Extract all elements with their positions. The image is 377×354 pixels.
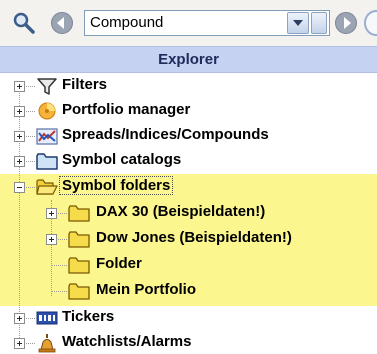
expand-icon[interactable]: [14, 156, 25, 167]
folder-icon: [68, 229, 90, 249]
tree-item-folder[interactable]: Folder: [0, 252, 377, 278]
symbol-search-combobox[interactable]: Compound: [84, 10, 330, 36]
tree-item-mein-portfolio[interactable]: Mein Portfolio: [0, 278, 377, 304]
tree-item-watchlists-alarms[interactable]: Watchlists/Alarms: [0, 330, 377, 354]
folder-open-icon: [36, 177, 58, 197]
tree-item-symbol-folders[interactable]: Symbol folders: [0, 174, 377, 200]
folder-icon: [68, 281, 90, 301]
portfolio-icon: [36, 101, 58, 121]
tree-item-label: Filters: [62, 76, 108, 93]
folder-icon: [68, 203, 90, 223]
tree-item-dow-jones[interactable]: Dow Jones (Beispieldaten!): [0, 226, 377, 252]
tree-item-label: Watchlists/Alarms: [62, 333, 192, 350]
tree-item-spreads-indices-compounds[interactable]: Spreads/Indices/Compounds: [0, 123, 377, 149]
tree-item-label: Symbol folders: [59, 176, 174, 195]
tree-item-label: Symbol catalogs: [62, 151, 182, 168]
expand-icon[interactable]: [46, 208, 57, 219]
expand-icon[interactable]: [14, 131, 25, 142]
expand-icon[interactable]: [46, 234, 57, 245]
filter-icon: [36, 76, 58, 96]
explorer-header: Explorer: [0, 46, 377, 73]
explorer-title: Explorer: [158, 51, 219, 68]
search-icon[interactable]: [12, 11, 36, 35]
more-icon[interactable]: [364, 10, 377, 36]
tree-item-label: Spreads/Indices/Compounds: [62, 126, 269, 143]
tree-item-label: DAX 30 (Beispieldaten!): [96, 203, 266, 220]
dropdown-icon[interactable]: [287, 12, 309, 34]
tree-item-label: Folder: [96, 255, 142, 272]
tree-item-symbol-catalogs[interactable]: Symbol catalogs: [0, 148, 377, 174]
go-icon[interactable]: [334, 11, 358, 35]
tree-item-filters[interactable]: Filters: [0, 73, 377, 99]
expand-icon[interactable]: [14, 106, 25, 117]
explorer-tree: Filters Portfolio manager Spreads/Indice…: [0, 73, 377, 354]
expand-icon[interactable]: [14, 313, 25, 324]
alarm-bell-icon: [36, 333, 58, 353]
expand-icon[interactable]: [14, 81, 25, 92]
tree-item-dax-30[interactable]: DAX 30 (Beispieldaten!): [0, 200, 377, 226]
tree-item-label: Portfolio manager: [62, 101, 191, 118]
tree-item-label: Mein Portfolio: [96, 281, 196, 298]
collapse-icon[interactable]: [14, 182, 25, 193]
chart-icon: [36, 126, 58, 146]
expand-icon[interactable]: [14, 338, 25, 349]
ticker-icon: [36, 308, 58, 328]
combo-side-button[interactable]: [311, 12, 327, 34]
tree-item-label: Tickers: [62, 308, 115, 325]
back-icon[interactable]: [50, 11, 74, 35]
folder-icon: [68, 255, 90, 275]
symbol-search-input[interactable]: Compound: [90, 14, 163, 31]
tree-item-portfolio-manager[interactable]: Portfolio manager: [0, 98, 377, 124]
tree-item-tickers[interactable]: Tickers: [0, 305, 377, 331]
folder-icon: [36, 151, 58, 171]
toolbar: Compound: [0, 0, 377, 46]
tree-item-label: Dow Jones (Beispieldaten!): [96, 229, 292, 246]
